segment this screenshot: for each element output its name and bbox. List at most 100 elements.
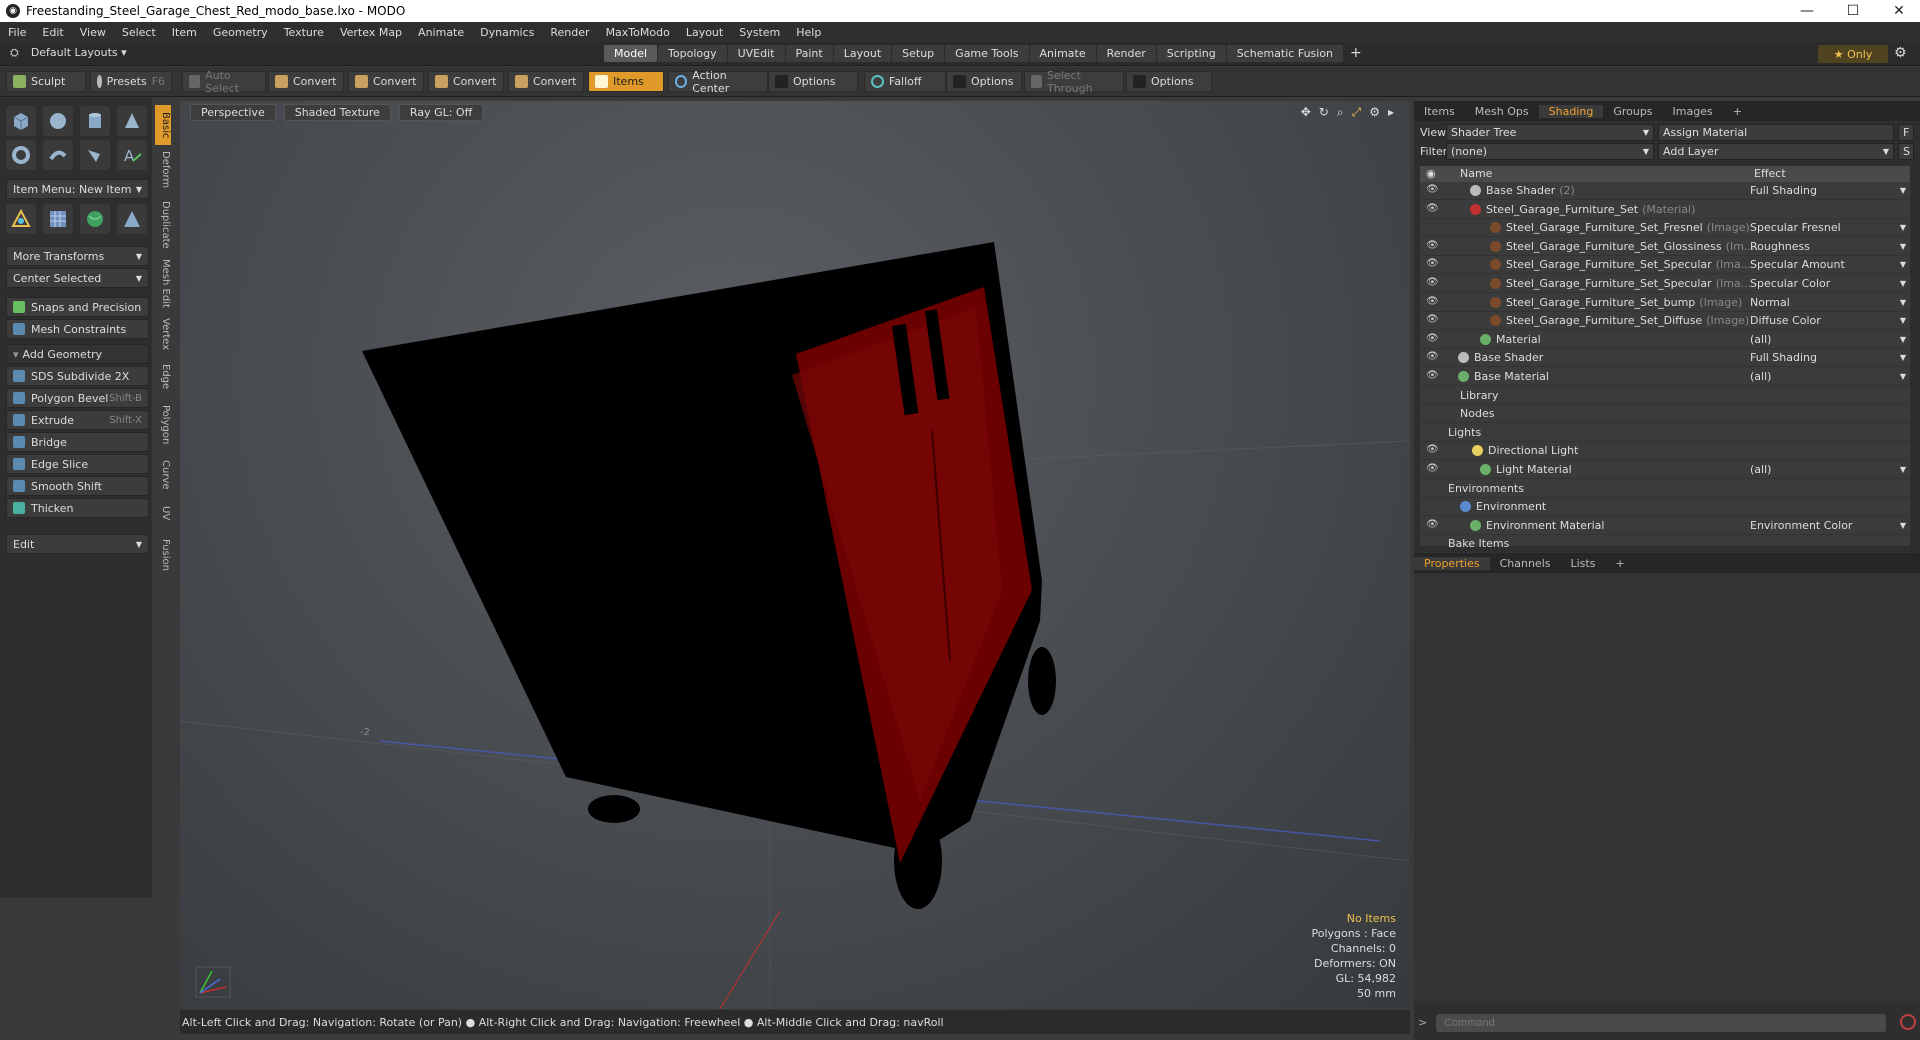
shader-item-effect[interactable]: Specular Color ▼ (1750, 277, 1908, 290)
tab-mesh-ops[interactable]: Mesh Ops (1465, 105, 1539, 118)
vtab-curve[interactable]: Curve (155, 457, 171, 493)
falloff-button[interactable]: Falloff (864, 71, 946, 92)
eye-icon[interactable]: 👁 (1426, 519, 1439, 530)
shader-tree-row[interactable]: 👁 Steel_Garage_Furniture_Set_Diffuse (Imag… (1420, 312, 1910, 331)
shader-tree-row[interactable]: 👁 Steel_Garage_Furniture_Set_bump (Image) N… (1420, 294, 1910, 312)
cylinder-icon[interactable] (80, 106, 110, 136)
eye-icon[interactable]: 👁 (1426, 333, 1439, 344)
eye-icon[interactable]: 👁 (1426, 240, 1439, 251)
viewport-gear-icon[interactable]: ⚙ (1369, 105, 1380, 120)
add-panel-tab-button[interactable]: + (1723, 105, 1752, 118)
pen-icon[interactable] (80, 140, 110, 170)
shader-tree-row[interactable]: 👁 Steel_Garage_Furniture_Set_Specular (Ima… (1420, 275, 1910, 293)
menu-select[interactable]: Select (114, 26, 164, 39)
eye-icon[interactable]: 👁 (1426, 314, 1439, 325)
shader-tree-row[interactable]: Steel_Garage_Furniture_Set_Fresnel (Image… (1420, 219, 1910, 238)
ray-gl-toggle[interactable]: Ray GL: Off (398, 104, 484, 121)
vtab-duplicate[interactable]: Duplicate (155, 197, 171, 253)
menu-edit[interactable]: Edit (34, 26, 71, 39)
effect-column-header[interactable]: Effect (1754, 167, 1786, 180)
tab-images[interactable]: Images (1663, 105, 1723, 118)
shader-tree-row[interactable]: 👁 Steel_Garage_Furniture_Set_Glossiness (I… (1420, 238, 1910, 256)
shaded-texture-dropdown[interactable]: Shaded Texture (283, 104, 391, 121)
shader-tree-row[interactable]: Library (1420, 387, 1910, 405)
name-column-header[interactable]: Name (1460, 167, 1492, 180)
transform-icon[interactable] (6, 204, 36, 234)
convert-button-4[interactable]: Convert (508, 71, 584, 92)
select-through-button[interactable]: Select Through (1024, 69, 1124, 95)
record-icon[interactable] (1900, 1014, 1916, 1030)
mesh-constraints-button[interactable]: Mesh Constraints (6, 319, 149, 339)
shader-item-effect[interactable]: (all) ▼ (1750, 370, 1908, 383)
tab-model[interactable]: Model (604, 45, 658, 62)
action-center-button[interactable]: Action Center (668, 69, 768, 95)
center-selected-dropdown[interactable]: Center Selected ▼ (6, 268, 149, 288)
thicken-button[interactable]: Thicken (6, 498, 149, 518)
tube-icon[interactable] (43, 140, 73, 170)
shader-tree-row[interactable]: Environment (1420, 498, 1910, 517)
menu-texture[interactable]: Texture (276, 26, 332, 39)
shader-tree-row[interactable]: Bake Items (1420, 535, 1910, 554)
globe-icon[interactable] (80, 204, 110, 234)
filter-dropdown[interactable]: (none) ▼ (1446, 143, 1654, 160)
eye-icon[interactable]: 👁 (1426, 296, 1439, 307)
tab-paint[interactable]: Paint (785, 45, 833, 62)
menu-system[interactable]: System (731, 26, 788, 39)
vtab-edge[interactable]: Edge (155, 361, 171, 393)
options-button-3[interactable]: Options (1126, 71, 1212, 92)
tab-properties[interactable]: Properties (1414, 556, 1490, 570)
menu-maxtomodo[interactable]: MaxToModo (598, 26, 678, 39)
vtab-uv[interactable]: UV (155, 501, 171, 525)
shader-item-effect[interactable]: Specular Amount ▼ (1750, 258, 1908, 271)
shader-tree-row[interactable]: 👁 Base Material (all) ▼ (1420, 368, 1910, 386)
perspective-dropdown[interactable]: Perspective (190, 104, 276, 121)
snaps-precision-button[interactable]: Snaps and Precision (6, 297, 149, 317)
shader-item-effect[interactable]: Full Shading ▼ (1750, 351, 1908, 364)
bridge-button[interactable]: Bridge (6, 432, 149, 452)
assign-material-button[interactable]: Assign Material (1658, 124, 1894, 141)
add-properties-tab-button[interactable]: + (1605, 557, 1634, 570)
default-layouts-dropdown[interactable]: ⛭ Default Layouts ▾ (10, 46, 127, 60)
eye-icon[interactable]: 👁 (1426, 277, 1439, 288)
menu-help[interactable]: Help (788, 26, 829, 39)
grid-icon[interactable] (43, 204, 73, 234)
vtab-deform[interactable]: Deform (155, 149, 171, 191)
rotate-icon[interactable]: ↻ (1319, 105, 1329, 120)
only-button[interactable]: ★ Only (1818, 45, 1888, 63)
polygon-bevel-button[interactable]: Polygon Bevel Shift-B (6, 388, 149, 408)
shader-item-effect[interactable]: Normal ▼ (1750, 296, 1908, 309)
tab-render[interactable]: Render (1096, 45, 1156, 62)
fit-icon[interactable]: ⤢ (1352, 105, 1362, 120)
menu-layout[interactable]: Layout (678, 26, 731, 39)
tab-schematic-fusion[interactable]: Schematic Fusion (1226, 45, 1344, 62)
shader-item-effect[interactable]: Roughness ▼ (1750, 240, 1908, 253)
add-geometry-header[interactable]: ▾ Add Geometry (6, 344, 149, 364)
text-icon[interactable]: A (117, 140, 147, 170)
vtab-mesh-edit[interactable]: Mesh Edit (155, 257, 171, 309)
tab-uvedit[interactable]: UVEdit (727, 45, 785, 62)
tab-channels[interactable]: Channels (1490, 557, 1561, 570)
menu-dynamics[interactable]: Dynamics (472, 26, 542, 39)
maximize-button[interactable]: ☐ (1830, 0, 1876, 22)
shader-tree-row[interactable]: 👁 Directional Light (1420, 442, 1910, 461)
add-tab-button[interactable]: + (1344, 45, 1368, 62)
eye-icon[interactable]: 👁 (1426, 370, 1439, 381)
shader-tree-row[interactable]: 👁 Material (all) ▼ (1420, 331, 1910, 349)
shader-tree-row[interactable]: 👁 Environment Material Environment Color ▼ (1420, 517, 1910, 535)
menu-animate[interactable]: Animate (410, 26, 472, 39)
menu-file[interactable]: File (0, 26, 34, 39)
cube-icon[interactable] (6, 106, 36, 136)
convert-button-3[interactable]: Convert (428, 71, 504, 92)
shader-item-effect[interactable]: Specular Fresnel ▼ (1750, 221, 1908, 234)
tab-scripting[interactable]: Scripting (1156, 45, 1226, 62)
cone-icon[interactable] (117, 106, 147, 136)
shader-item-effect[interactable]: Full Shading ▼ (1750, 184, 1908, 197)
auto-select-button[interactable]: Auto Select (182, 69, 266, 95)
sphere-icon[interactable] (43, 106, 73, 136)
sculpt-button[interactable]: Sculpt (6, 71, 86, 92)
options-button-2[interactable]: Options (946, 71, 1022, 92)
eye-icon[interactable]: 👁 (1426, 258, 1439, 269)
expand-arrow-icon[interactable]: ▸ (1388, 105, 1394, 120)
s-button[interactable]: S (1898, 143, 1914, 160)
shader-tree-row[interactable]: 👁 Base Shader Full Shading ▼ (1420, 349, 1910, 368)
